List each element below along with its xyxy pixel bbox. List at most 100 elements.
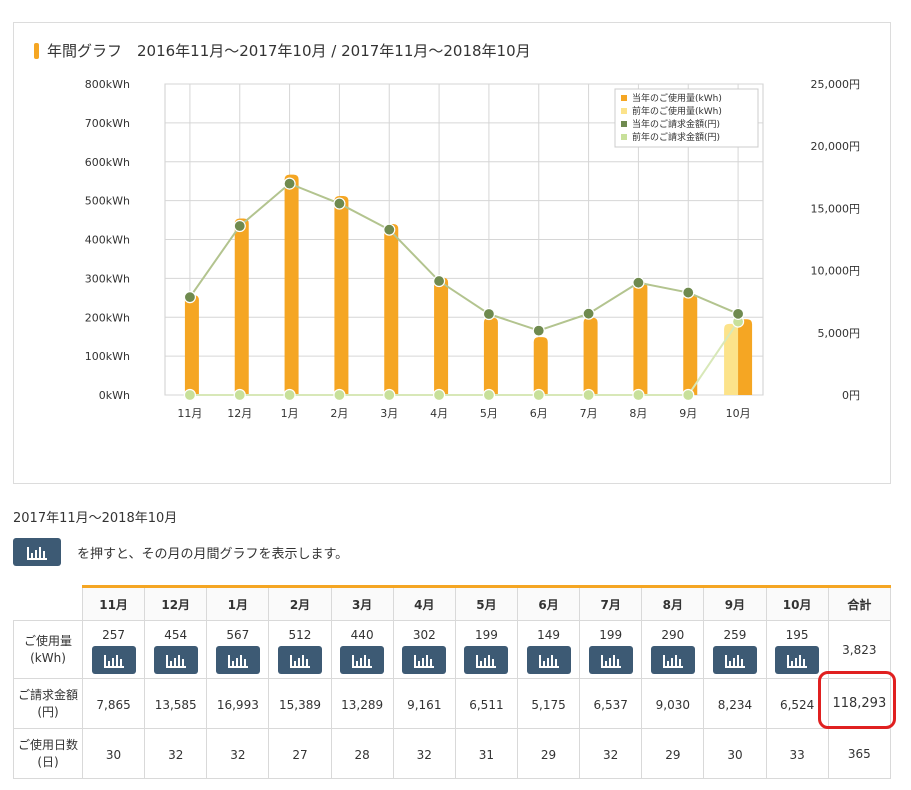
- days-cell: 33: [765, 728, 829, 779]
- usage-row-label: ご使用量 (kWh): [13, 620, 83, 679]
- bar-current-year: [483, 317, 498, 395]
- usage-value: 302: [412, 627, 436, 642]
- point-previous-billing: [283, 388, 296, 402]
- usage-cell: 199: [454, 620, 518, 679]
- monthly-graph-button[interactable]: [650, 645, 695, 674]
- billing-value: 13,585: [154, 697, 197, 712]
- x-tick-label: 8月: [629, 407, 647, 420]
- monthly-graph-button[interactable]: [588, 645, 633, 674]
- bar-chart-icon: [538, 654, 559, 668]
- annual-chart: 800kWh 700kWh 600kWh 500kWh 400kWh 300kWh 200k…: [85, 78, 861, 420]
- usage-cell: 567: [206, 620, 270, 679]
- monthly-graph-button[interactable]: [402, 645, 447, 674]
- usage-value: 195: [785, 627, 809, 642]
- point-current-billing: [532, 324, 545, 337]
- billing-value: 6,537: [593, 697, 628, 712]
- days-value: 29: [540, 747, 557, 762]
- x-tick-label: 2月: [330, 407, 348, 420]
- point-current-billing: [333, 197, 346, 210]
- monthly-graph-button[interactable]: [775, 645, 820, 674]
- usage-cell: 512: [268, 620, 332, 679]
- legend-label: 前年のご請求金額(円): [632, 131, 720, 143]
- monthly-graph-button[interactable]: [340, 645, 385, 674]
- header-month: 6月: [516, 585, 581, 621]
- days-row-label: ご使用日数 (日): [13, 728, 83, 779]
- x-tick-label: 4月: [430, 407, 448, 420]
- header-month: 11月: [81, 585, 146, 621]
- y-left-tick-label: 800kWh: [85, 78, 130, 91]
- usage-cell: 195: [765, 620, 829, 679]
- bar-chart-icon: [289, 654, 310, 668]
- usage-cell: 454: [144, 620, 208, 679]
- usage-value: 290: [661, 627, 685, 642]
- monthly-graph-button[interactable]: [464, 645, 509, 674]
- usage-cell: 440: [330, 620, 394, 679]
- legend-label: 当年のご請求金額(円): [632, 118, 720, 130]
- point-previous-billing: [532, 388, 545, 402]
- monthly-graph-button[interactable]: [277, 645, 322, 674]
- usage-value: 259: [723, 627, 747, 642]
- legend-swatch: [621, 134, 627, 140]
- y-left-tick-label: 0kWh: [99, 389, 130, 402]
- header-month: 12月: [144, 585, 208, 621]
- usage-cell: 259: [703, 620, 767, 679]
- billing-value: 5,175: [531, 697, 566, 712]
- y-left-tick-label: 600kWh: [85, 156, 130, 169]
- monthly-table: 11月 12月 1月 2月 3月 4月 5月 6月 7月 8月 9月 10月 合計 ご使用量 (kWh) …: [13, 585, 892, 779]
- header-corner: [13, 586, 83, 621]
- days-cell: 30: [81, 728, 146, 779]
- point-current-billing: [233, 219, 246, 233]
- legend-label: 当年のご使用量(kWh): [632, 92, 722, 104]
- bar-chart-icon: [414, 654, 435, 668]
- days-cell: 29: [641, 728, 705, 779]
- days-value: 31: [478, 747, 495, 762]
- billing-cell: 13,585: [144, 678, 208, 729]
- point-current-billing: [482, 307, 496, 321]
- usage-value: 512: [288, 627, 312, 642]
- period-label: 2017年11月～2018年10月: [13, 511, 178, 526]
- point-current-billing: [383, 223, 396, 236]
- days-total: 365: [827, 728, 892, 779]
- x-tick-label: 9月: [679, 407, 697, 420]
- graph-button-sample: [13, 538, 61, 566]
- days-value: 28: [354, 747, 370, 762]
- point-previous-billing: [432, 388, 446, 402]
- billing-cell: 5,175: [516, 678, 581, 729]
- bar-current-year: [284, 174, 299, 395]
- bar-current-year: [633, 282, 648, 395]
- y-left-tick-label: 400kWh: [85, 234, 130, 247]
- x-tick-label: 11月: [177, 407, 202, 420]
- bar-current-year: [234, 218, 249, 395]
- bar-previous-year: [724, 323, 739, 395]
- bar-current-year: [583, 317, 598, 395]
- bar-current-year: [184, 295, 199, 395]
- x-tick-label: 12月: [227, 407, 252, 420]
- monthly-graph-button[interactable]: [91, 645, 136, 674]
- bar-chart-icon: [103, 654, 124, 668]
- bar-chart-icon: [662, 654, 683, 668]
- point-previous-billing: [233, 388, 246, 402]
- monthly-graph-button[interactable]: [712, 645, 757, 674]
- point-previous-billing: [632, 388, 645, 402]
- header-month: 5月: [454, 585, 518, 621]
- point-previous-billing: [482, 388, 496, 402]
- usage-cell: 199: [579, 620, 643, 679]
- billing-value: 7,865: [96, 697, 131, 712]
- billing-cell: 15,389: [268, 678, 332, 729]
- point-current-billing: [632, 276, 645, 289]
- usage-total: 3,823: [827, 620, 892, 679]
- monthly-graph-button[interactable]: [215, 645, 260, 674]
- billing-cell: 9,161: [392, 678, 456, 729]
- monthly-graph-button[interactable]: [153, 645, 198, 674]
- y-left-tick-label: 200kWh: [85, 311, 130, 324]
- days-cell: 32: [144, 728, 208, 779]
- days-value: 30: [105, 747, 122, 762]
- usage-value: 257: [102, 627, 126, 642]
- legend-swatch: [621, 121, 627, 127]
- y-right-tick-label: 5,000円: [818, 327, 861, 340]
- bar-current-year: [683, 294, 698, 395]
- billing-cell: 9,030: [641, 678, 705, 729]
- bar-current-year: [533, 337, 548, 395]
- monthly-graph-button[interactable]: [526, 645, 571, 674]
- header-month: 7月: [579, 585, 643, 621]
